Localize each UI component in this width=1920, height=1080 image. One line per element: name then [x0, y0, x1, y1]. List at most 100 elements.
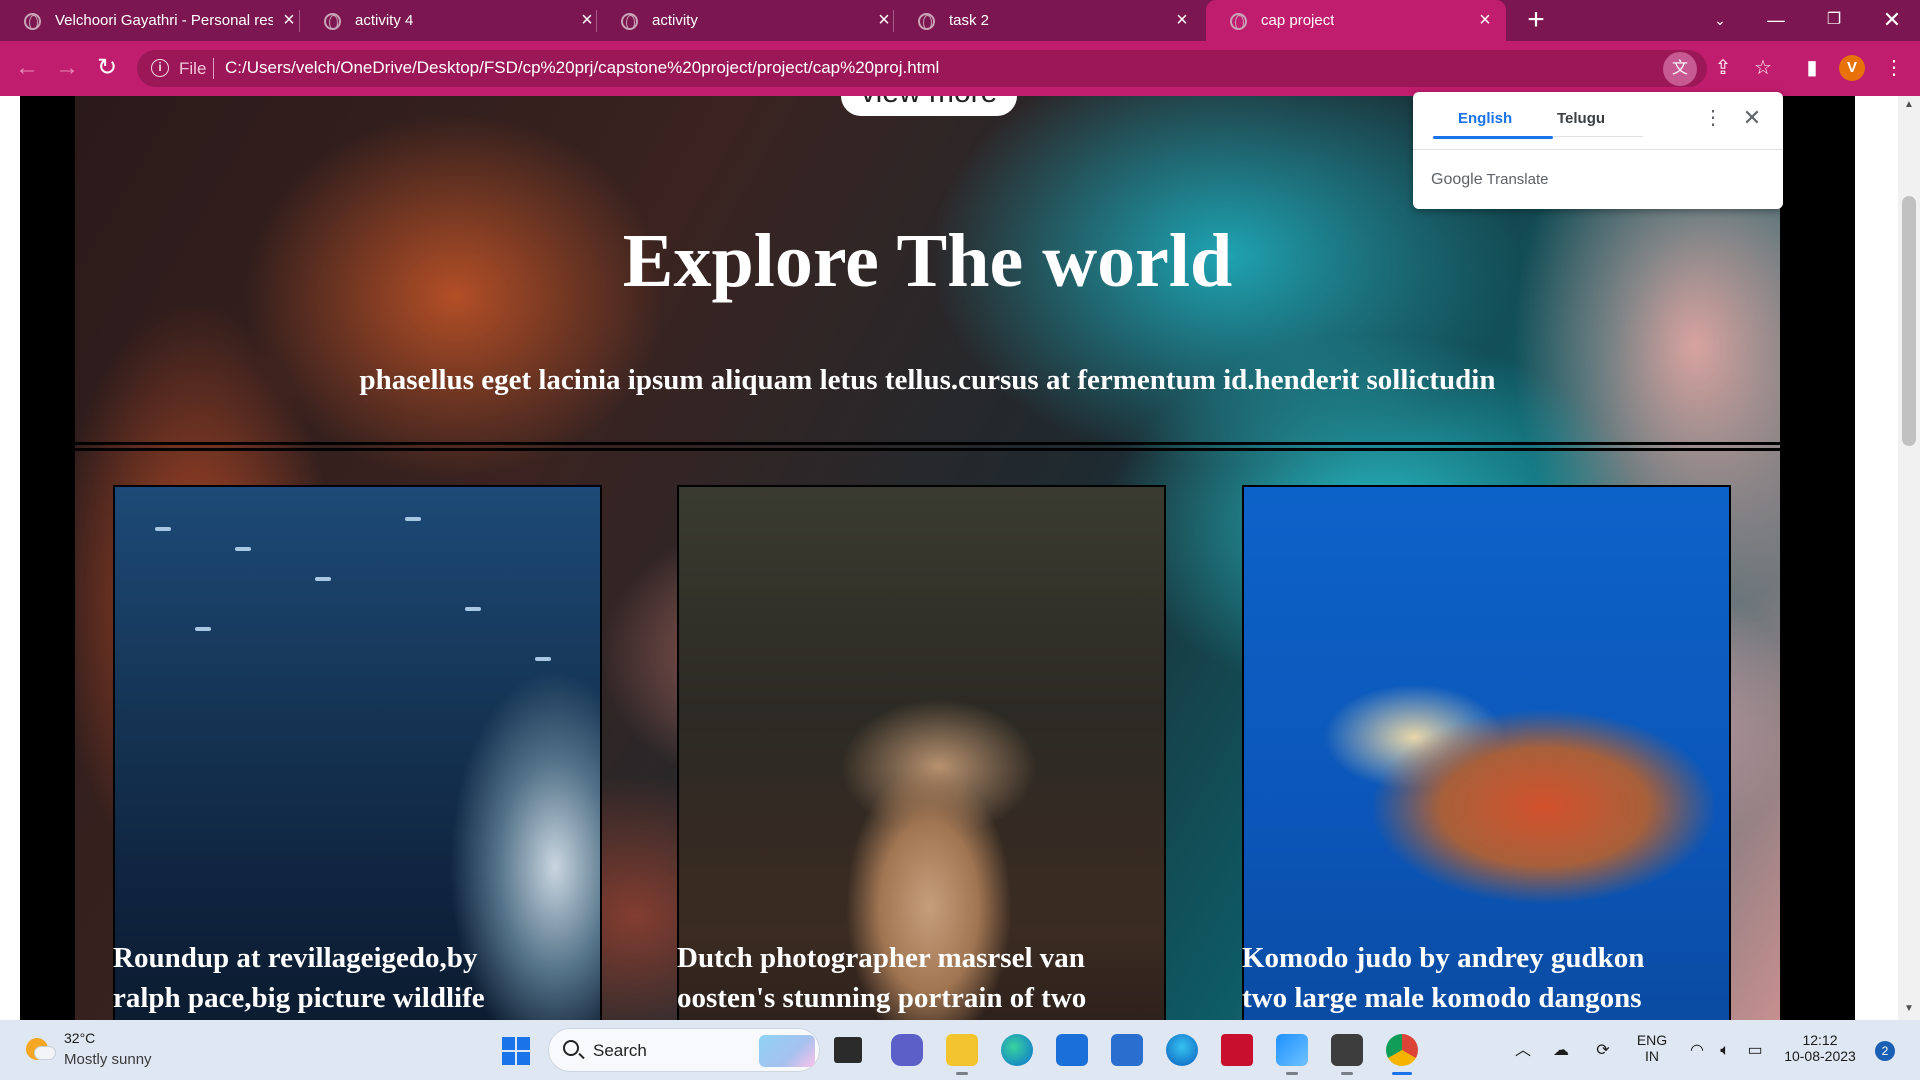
tab-resume[interactable]: Velchoori Gayathri - Personal resume × [0, 0, 300, 41]
translate-icon[interactable]: 文 [1663, 52, 1697, 86]
tab-track [1553, 136, 1643, 137]
hero-subtitle: phasellus eget lacinia ipsum aliquam let… [359, 364, 1496, 396]
language-code: ENG [1636, 1032, 1668, 1048]
selected-tab-indicator [1433, 136, 1553, 139]
start-button[interactable] [502, 1037, 530, 1065]
fish-shape [535, 657, 551, 661]
menu-kebab-icon[interactable]: ⋮ [1880, 54, 1908, 82]
tab-activity-4[interactable]: activity 4 × [300, 0, 597, 41]
running-indicator [1341, 1072, 1353, 1075]
wifi-icon[interactable]: ◠ [1686, 1040, 1708, 1062]
sublime-text-icon[interactable] [1331, 1034, 1363, 1075]
microsoft-store-icon[interactable] [1056, 1034, 1088, 1066]
vertical-scrollbar[interactable]: ▲ ▼ [1898, 96, 1920, 1020]
fish-shape [465, 607, 481, 611]
taskbar-search[interactable]: Search [548, 1028, 820, 1072]
brand-suffix: Translate [1486, 171, 1549, 188]
scroll-up-arrow-icon[interactable]: ▲ [1898, 96, 1920, 114]
start-square [517, 1052, 530, 1065]
weather-temperature[interactable]: 32°C [64, 1030, 95, 1046]
scroll-thumb[interactable] [1902, 196, 1916, 446]
address-divider [213, 58, 214, 79]
caption-line: oosten's stunning portrain of two [677, 982, 1087, 1014]
clock[interactable]: 12:12 10-08-2023 [1778, 1032, 1862, 1064]
tab-search-chevron-icon[interactable]: ⌄ [1692, 0, 1748, 41]
side-panel-icon[interactable]: ▮ [1798, 54, 1826, 82]
card-caption: Dutch photographer masrsel van oosten's … [677, 938, 1166, 1018]
globe-icon [1230, 13, 1247, 30]
tab-activity[interactable]: activity × [597, 0, 894, 41]
start-square [517, 1037, 530, 1050]
reload-button[interactable]: ↻ [92, 53, 122, 83]
browser-toolbar: ← → ↻ i File C:/Users/velch/OneDrive/Des… [0, 41, 1920, 96]
battery-icon[interactable]: ▭ [1744, 1040, 1766, 1062]
back-button[interactable]: ← [12, 53, 42, 83]
edge-beta-icon[interactable] [1166, 1034, 1198, 1066]
divider [75, 448, 1780, 451]
hero-section: view more Explore The world phasellus eg… [75, 96, 1780, 1020]
input-language[interactable]: ENG IN [1634, 1032, 1670, 1064]
translate-options-icon[interactable]: ⋮ [1703, 106, 1723, 130]
hero-title: Explore The world [622, 219, 1233, 303]
profile-avatar[interactable]: V [1839, 55, 1865, 81]
onedrive-cloud-icon[interactable]: ☁ [1550, 1040, 1572, 1062]
weather-icon[interactable] [26, 1036, 56, 1062]
teams-chat-icon[interactable] [891, 1034, 923, 1066]
globe-icon [324, 13, 341, 30]
popup-divider [1413, 149, 1783, 150]
start-square [502, 1037, 515, 1050]
tab-label: activity 4 [355, 12, 414, 29]
page-viewport: view more Explore The world phasellus eg… [0, 96, 1920, 1020]
close-tab-icon[interactable]: × [873, 9, 895, 31]
restore-button[interactable]: ❐ [1806, 0, 1862, 41]
forward-button[interactable]: → [52, 53, 82, 83]
notification-count-badge[interactable]: 2 [1875, 1041, 1895, 1061]
info-icon[interactable]: i [151, 59, 169, 77]
show-hidden-icons-chevron-icon[interactable]: ︿ [1512, 1040, 1534, 1062]
volume-icon[interactable]: 🔈︎ [1714, 1040, 1736, 1062]
close-tab-icon[interactable]: × [278, 9, 300, 31]
app-icon[interactable] [1111, 1034, 1143, 1066]
close-tab-icon[interactable]: × [1171, 9, 1193, 31]
language-tab-english[interactable]: English [1458, 110, 1512, 127]
caption-line: Roundup at revillageigedo,by [113, 942, 478, 974]
new-tab-button[interactable]: + [1520, 4, 1552, 36]
edge-icon[interactable] [1001, 1034, 1033, 1066]
scheme-label: File [179, 59, 207, 78]
tab-cap-project[interactable]: cap project × [1206, 0, 1506, 41]
tab-label: task 2 [949, 12, 990, 29]
close-window-button[interactable]: ✕ [1864, 0, 1920, 41]
globe-icon [24, 13, 41, 30]
minimize-button[interactable]: — [1748, 0, 1804, 41]
close-icon[interactable]: ✕ [1740, 106, 1764, 130]
share-icon[interactable]: ⇪ [1709, 54, 1737, 82]
fish-shape [155, 527, 171, 531]
fish-shape [195, 627, 211, 631]
file-explorer-icon[interactable] [946, 1034, 978, 1075]
clock-time: 12:12 [1802, 1032, 1838, 1048]
scroll-down-arrow-icon[interactable]: ▼ [1898, 1000, 1920, 1018]
google-translate-logo: Google Translate [1431, 171, 1548, 189]
weather-description[interactable]: Mostly sunny [64, 1051, 152, 1068]
view-more-button[interactable]: view more [841, 96, 1017, 116]
language-tab-telugu[interactable]: Telugu [1557, 110, 1605, 127]
fish-shape [405, 517, 421, 521]
mcafee-icon[interactable] [1221, 1034, 1253, 1066]
tab-task-2[interactable]: task 2 × [894, 0, 1204, 41]
sync-icon[interactable]: ⟳ [1592, 1040, 1614, 1062]
url-text[interactable]: C:/Users/velch/OneDrive/Desktop/FSD/cp%2… [225, 58, 939, 78]
address-bar[interactable]: i File C:/Users/velch/OneDrive/Desktop/F… [137, 50, 1707, 87]
running-indicator [1392, 1072, 1412, 1075]
search-highlight-image [759, 1035, 815, 1067]
cloud-shape [34, 1046, 56, 1060]
chrome-icon[interactable] [1386, 1034, 1418, 1075]
close-tab-icon[interactable]: × [1474, 9, 1496, 31]
bookmark-star-icon[interactable]: ☆ [1749, 54, 1777, 82]
photos-icon[interactable] [1276, 1034, 1308, 1075]
close-tab-icon[interactable]: × [576, 9, 598, 31]
translate-popup: English Telugu ⋮ ✕ Google Translate [1413, 92, 1783, 209]
card-caption: Roundup at revillageigedo,by ralph pace,… [113, 938, 602, 1018]
globe-icon [621, 13, 638, 30]
caption-line: Dutch photographer masrsel van [677, 942, 1085, 974]
task-view-icon[interactable] [834, 1037, 862, 1063]
